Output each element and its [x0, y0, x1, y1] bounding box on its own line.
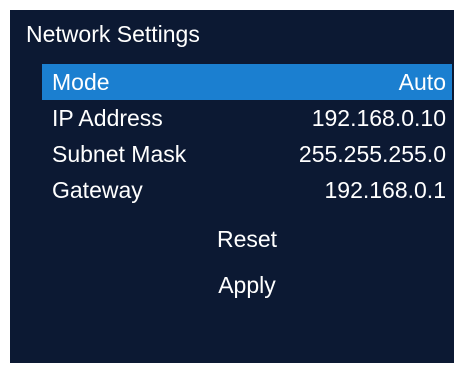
menu-item-label: Mode	[52, 68, 110, 95]
menu-item-label: Subnet Mask	[52, 140, 187, 167]
menu-item-gateway[interactable]: Gateway 192.168.0.1	[42, 172, 452, 208]
menu-item-subnet-mask[interactable]: Subnet Mask 255.255.255.0	[42, 136, 452, 172]
reset-button[interactable]: Reset	[42, 222, 452, 256]
menu-item-value: 255.255.255.0	[298, 140, 446, 167]
menu-item-label: Gateway	[52, 176, 143, 203]
menu-item-value: 192.168.0.10	[311, 104, 446, 131]
menu-item-ip-address[interactable]: IP Address 192.168.0.10	[42, 100, 452, 136]
settings-menu: Mode Auto IP Address 192.168.0.10 Subnet…	[42, 64, 452, 208]
menu-item-value: 192.168.0.1	[324, 176, 446, 203]
network-settings-screen: Network Settings Mode Auto IP Address 19…	[10, 10, 454, 363]
menu-item-mode[interactable]: Mode Auto	[42, 64, 452, 100]
menu-item-label: IP Address	[52, 104, 163, 131]
menu-item-value: Auto	[398, 68, 446, 95]
apply-button[interactable]: Apply	[42, 268, 452, 302]
screen-title: Network Settings	[26, 21, 200, 47]
